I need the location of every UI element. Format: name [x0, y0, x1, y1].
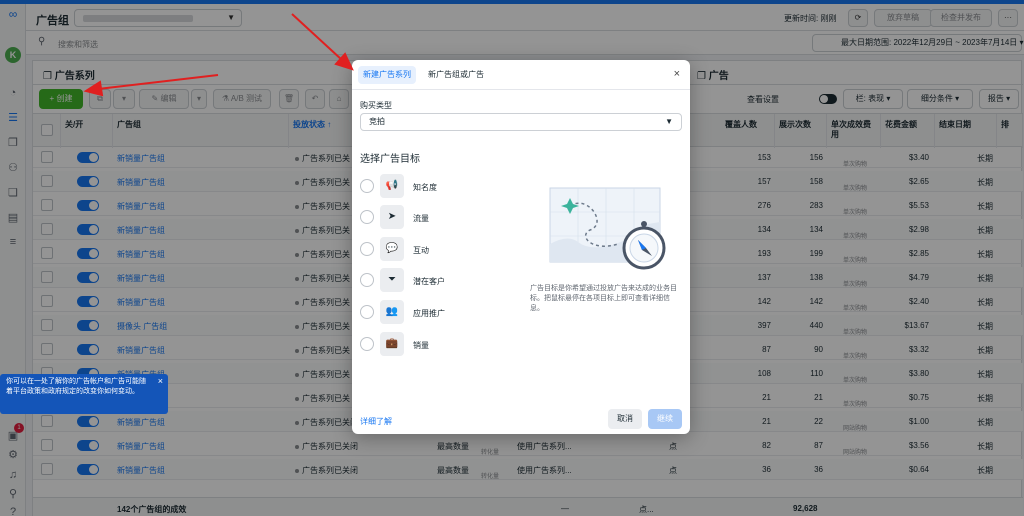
objective-radio[interactable] [360, 305, 374, 319]
objective-app-promotion[interactable]: 👥 应用推广 [360, 300, 510, 324]
continue-button[interactable]: 继续 [648, 409, 682, 429]
objective-leads[interactable]: ⏷ 潜在客户 [360, 268, 510, 292]
objective-label: 应用推广 [413, 309, 445, 318]
objective-radio[interactable] [360, 179, 374, 193]
chevron-down-icon: ▼ [665, 117, 673, 126]
policy-tooltip: 你可以在一处了解你的广告帐户和广告可能随着平台政策和政府规定的改变你如何变动。 … [0, 374, 168, 414]
objective-traffic[interactable]: ➤ 流量 [360, 205, 510, 229]
objective-label: 互动 [413, 246, 429, 255]
objective-label: 知名度 [413, 183, 437, 192]
objective-radio[interactable] [360, 337, 374, 351]
map-compass-illustration [549, 187, 666, 270]
objective-awareness[interactable]: 📢 知名度 [360, 174, 510, 198]
objective-heading: 选择广告目标 [360, 154, 420, 165]
objective-radio[interactable] [360, 210, 374, 224]
buying-type-label: 购买类型 [360, 101, 392, 110]
people-icon: 👥 [380, 300, 404, 324]
objective-description: 广告目标是你希望通过投放广告来达成的业务目标。把鼠标悬停在各项目标上即可查看详细… [530, 285, 677, 312]
close-icon[interactable]: × [158, 376, 163, 386]
cursor-icon: ➤ [380, 205, 404, 229]
tab-new-adset[interactable]: 新广告组或广告 [428, 66, 484, 84]
buying-type-select[interactable]: 竞拍 ▼ [360, 113, 682, 131]
objective-label: 流量 [413, 214, 429, 223]
briefcase-icon: 💼 [380, 332, 404, 356]
close-icon[interactable]: × [674, 68, 680, 80]
policy-tooltip-text: 你可以在一处了解你的广告帐户和广告可能随着平台政策和政府规定的改变你如何变动。 [6, 378, 146, 395]
objective-label: 潜在客户 [413, 277, 445, 286]
create-campaign-dialog: 新建广告系列 新广告组或广告 × 购买类型 竞拍 ▼ 选择广告目标 📢 知名度 … [352, 60, 690, 434]
learn-more-link[interactable]: 详细了解 [360, 416, 392, 427]
objective-sales[interactable]: 💼 销量 [360, 332, 510, 356]
funnel-icon: ⏷ [380, 268, 404, 292]
tab-new-campaign[interactable]: 新建广告系列 [358, 66, 416, 84]
objective-label: 销量 [413, 341, 429, 350]
objective-engagement[interactable]: 💬 互动 [360, 237, 510, 261]
buying-type-value: 竞拍 [369, 117, 385, 126]
cancel-button[interactable]: 取消 [608, 409, 642, 429]
dialog-tabs: 新建广告系列 新广告组或广告 × [352, 60, 690, 90]
objective-radio[interactable] [360, 242, 374, 256]
chat-bubbles-icon: 💬 [380, 237, 404, 261]
objective-radio[interactable] [360, 273, 374, 287]
megaphone-icon: 📢 [380, 174, 404, 198]
